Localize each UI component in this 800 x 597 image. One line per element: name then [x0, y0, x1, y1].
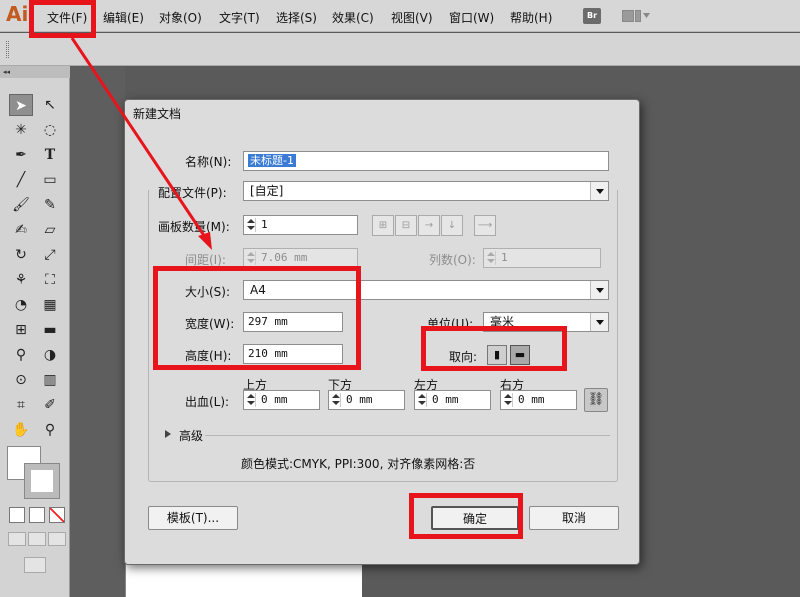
annotation-arrow	[70, 37, 212, 250]
annotation-box-size-dimensions	[153, 266, 361, 370]
annotation-box-orientation	[421, 326, 567, 371]
annotation-box-ok-button	[409, 493, 523, 539]
